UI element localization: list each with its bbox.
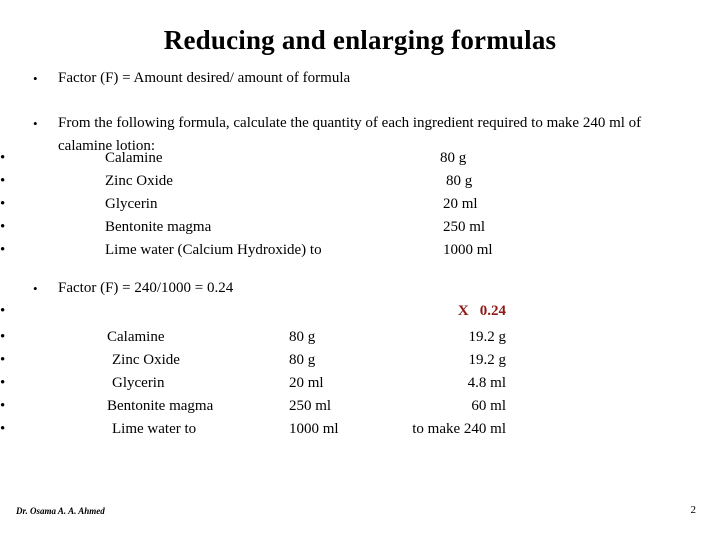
bullet-icon: •	[33, 71, 38, 86]
base-quantity: 1000 ml	[289, 421, 339, 437]
factor-definition-text: Factor (F) = Amount desired/ amount of f…	[58, 70, 351, 86]
formula-ingredient-table: • Calamine 80 g • Zinc Oxide 80 g • Glyc…	[0, 147, 720, 262]
multiplier-row: • X 0.24	[0, 300, 720, 323]
ingredient-name: Lime water to	[112, 421, 197, 437]
result-quantity: to make 240 ml	[412, 421, 506, 437]
table-row: • Zinc Oxide 80 g 19.2 g	[0, 349, 720, 372]
footer-author: Dr. Osama A. A. Ahmed	[16, 506, 105, 516]
ingredient-quantity: 80 g	[446, 173, 473, 189]
bullet-factor-calculation: • Factor (F) = 240/1000 = 0.24	[0, 277, 720, 300]
table-row: • Bentonite magma 250 ml	[0, 216, 720, 239]
ingredient-name: Bentonite magma	[105, 219, 212, 235]
bullet-icon: •	[0, 219, 6, 235]
bullet-icon: •	[33, 281, 38, 296]
table-row: • Glycerin 20 ml 4.8 ml	[0, 372, 720, 395]
table-row: • Lime water (Calcium Hydroxide) to 1000…	[0, 239, 720, 262]
bullet-icon: •	[0, 196, 6, 212]
multiplier-value: 0.24	[479, 303, 506, 319]
bullet-icon: •	[0, 150, 6, 166]
intro-section: • Factor (F) = Amount desired/ amount of…	[0, 67, 720, 158]
bullet-factor-definition: • Factor (F) = Amount desired/ amount of…	[0, 67, 720, 90]
table-row: • Lime water to 1000 ml to make 240 ml	[0, 418, 720, 441]
ingredient-quantity: 80 g	[440, 150, 467, 166]
ingredient-name: Zinc Oxide	[112, 352, 180, 368]
table-row: • Bentonite magma 250 ml 60 ml	[0, 395, 720, 418]
calculation-section: • Factor (F) = 240/1000 = 0.24 • X 0.24	[0, 277, 720, 323]
slide-canvas: Reducing and enlarging formulas • Factor…	[0, 0, 720, 540]
result-quantity: 19.2 g	[468, 329, 507, 345]
ingredient-name: Zinc Oxide	[105, 173, 173, 189]
ingredient-quantity: 1000 ml	[443, 242, 493, 258]
bullet-icon: •	[33, 116, 38, 131]
calculated-results-table: • Calamine 80 g 19.2 g • Zinc Oxide 80 g…	[0, 326, 720, 441]
bullet-icon: •	[0, 421, 6, 437]
page-title: Reducing and enlarging formulas	[163, 25, 557, 55]
bullet-icon: •	[0, 329, 6, 345]
table-row: • Zinc Oxide 80 g	[0, 170, 720, 193]
bullet-icon: •	[0, 173, 6, 189]
ingredient-name: Glycerin	[105, 196, 158, 212]
multiply-symbol: X	[457, 303, 469, 319]
table-row: • Calamine 80 g	[0, 147, 720, 170]
ingredient-name: Calamine	[105, 150, 163, 166]
ingredient-name: Glycerin	[112, 375, 165, 391]
base-quantity: 20 ml	[289, 375, 324, 391]
slide-page-number: 2	[690, 504, 697, 516]
result-quantity: 19.2 g	[468, 352, 507, 368]
multiplier-group: X 0.24	[345, 300, 506, 323]
bullet-icon: •	[0, 352, 6, 368]
base-quantity: 250 ml	[289, 398, 332, 414]
ingredient-quantity: 20 ml	[443, 196, 478, 212]
result-quantity: 4.8 ml	[467, 375, 506, 391]
result-quantity: 60 ml	[471, 398, 506, 414]
factor-calculation-text: Factor (F) = 240/1000 = 0.24	[58, 280, 234, 296]
bullet-icon: •	[0, 303, 6, 319]
table-row: • Glycerin 20 ml	[0, 193, 720, 216]
ingredient-name: Bentonite magma	[107, 398, 214, 414]
bullet-icon: •	[0, 242, 6, 258]
bullet-icon: •	[0, 375, 6, 391]
ingredient-name: Calamine	[107, 329, 165, 345]
base-quantity: 80 g	[289, 329, 316, 345]
ingredient-name: Lime water (Calcium Hydroxide) to	[105, 242, 322, 258]
ingredient-quantity: 250 ml	[443, 219, 486, 235]
bullet-icon: •	[0, 398, 6, 414]
table-row: • Calamine 80 g 19.2 g	[0, 326, 720, 349]
base-quantity: 80 g	[289, 352, 316, 368]
